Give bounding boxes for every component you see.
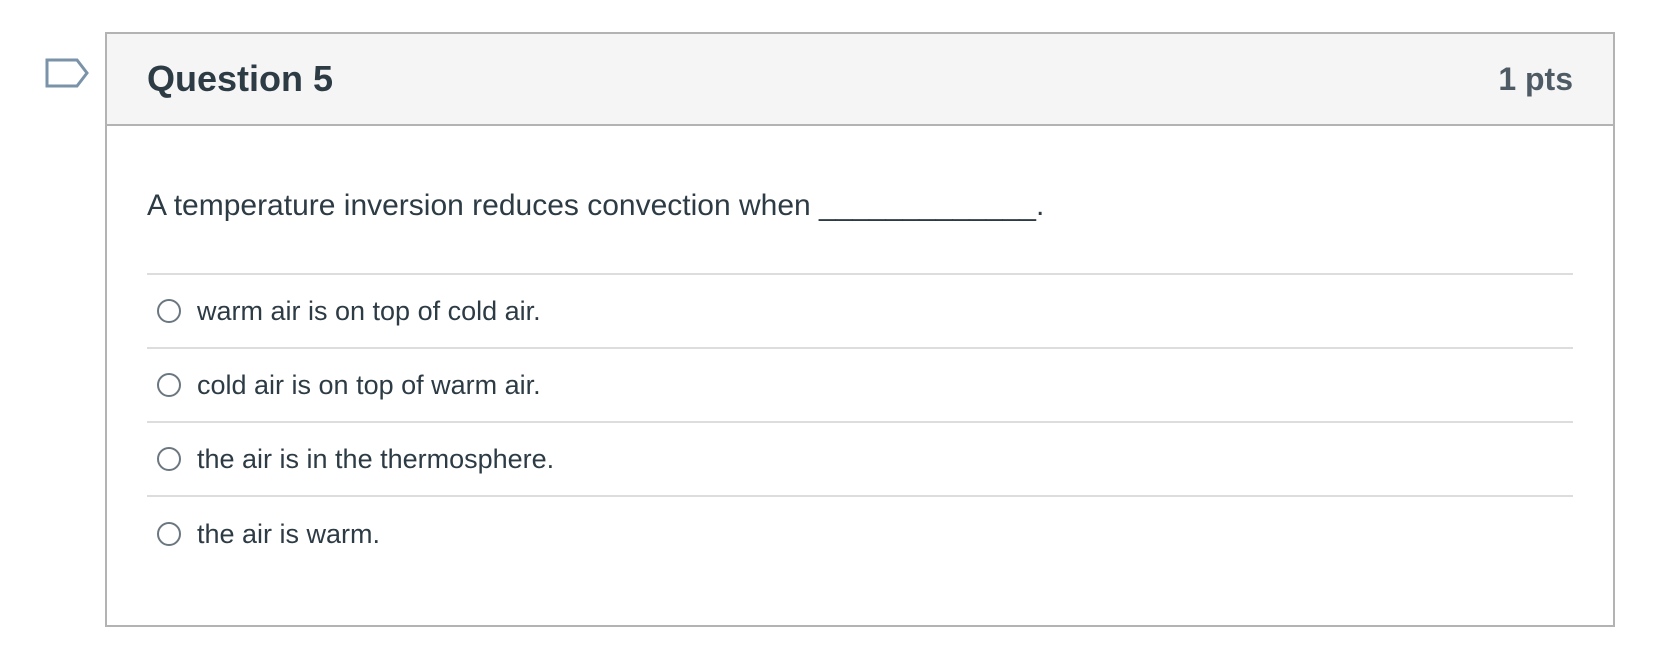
radio-button[interactable] [157,522,181,546]
answer-label: warm air is on top of cold air. [197,295,541,326]
answer-option[interactable]: warm air is on top of cold air. [147,275,1573,349]
answer-label: the air is warm. [197,518,381,549]
quiz-page: Question 5 1 pts A temperature inversion… [0,0,1662,650]
answer-list: warm air is on top of cold air. cold air… [147,275,1573,571]
answer-label: cold air is on top of warm air. [197,369,541,400]
question-title: Question 5 [147,58,334,99]
flag-icon[interactable] [45,58,89,94]
answer-option[interactable]: the air is warm. [147,497,1573,571]
answer-option[interactable]: cold air is on top of warm air. [147,349,1573,423]
radio-button[interactable] [157,373,181,397]
question-header: Question 5 1 pts [107,34,1613,126]
radio-button[interactable] [157,447,181,471]
answer-option[interactable]: the air is in the thermosphere. [147,423,1573,497]
question-body: A temperature inversion reduces convecti… [107,126,1613,571]
answer-label: the air is in the thermosphere. [197,443,555,474]
question-card: Question 5 1 pts A temperature inversion… [105,32,1615,627]
radio-button[interactable] [157,299,181,323]
question-prompt: A temperature inversion reduces convecti… [147,126,1573,275]
question-points: 1 pts [1498,61,1573,97]
